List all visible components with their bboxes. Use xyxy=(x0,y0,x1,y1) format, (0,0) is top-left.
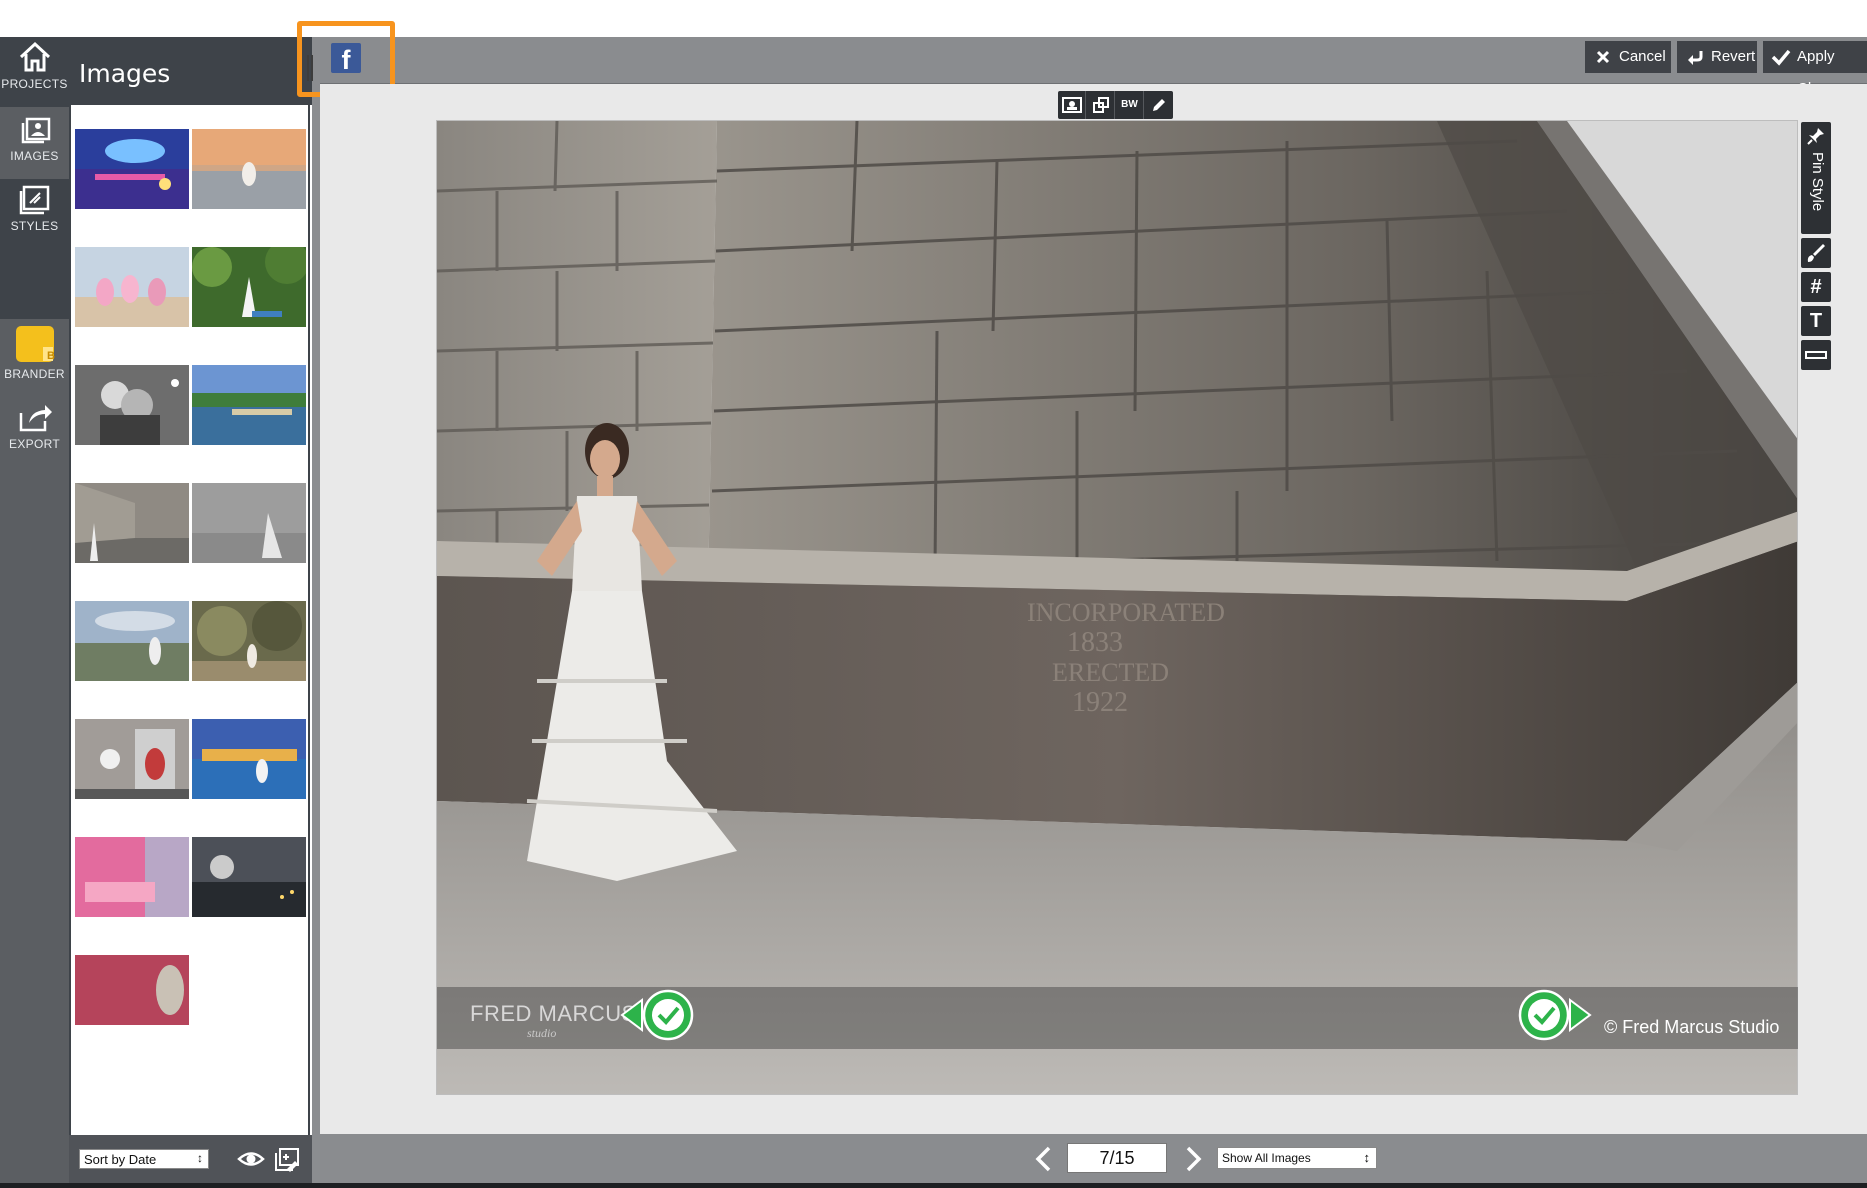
checkmark-icon xyxy=(1771,49,1791,66)
rail-item-projects[interactable]: PROJECTS xyxy=(0,41,69,103)
close-icon xyxy=(1596,50,1610,64)
fit-view-button[interactable] xyxy=(1058,91,1086,119)
hash-label: # xyxy=(1810,276,1822,298)
thumbnail-15[interactable] xyxy=(75,955,189,1025)
pin-icon xyxy=(1807,128,1824,145)
home-icon xyxy=(19,41,50,72)
compare-icon xyxy=(1092,97,1109,113)
stone-text-line-2: 1833 xyxy=(1067,627,1123,658)
images-panel-header: Images xyxy=(69,37,312,105)
text-tool-button[interactable]: T xyxy=(1801,306,1831,336)
panel-splitter[interactable] xyxy=(312,37,320,1183)
brush-tool-button[interactable] xyxy=(1801,238,1831,268)
thumbnail-7[interactable] xyxy=(75,483,189,563)
sort-select-label: Sort by Date xyxy=(84,1152,157,1167)
watermark-left-text: FRED MARCUS xyxy=(470,1001,637,1026)
rail-item-export[interactable]: EXPORT xyxy=(0,401,69,463)
bar-icon xyxy=(1805,351,1827,359)
brander-icon: B xyxy=(15,326,55,362)
thumbnail-12[interactable] xyxy=(192,719,306,799)
panel-title: Images xyxy=(79,59,171,88)
rail-label-projects: PROJECTS xyxy=(1,77,68,91)
rail-item-images[interactable]: IMAGES xyxy=(0,107,69,179)
rail-item-styles[interactable]: STYLES xyxy=(0,183,69,245)
watermark-left-subtext: studio xyxy=(527,1026,557,1040)
styles-icon xyxy=(19,185,49,215)
rail-label-brander: BRANDER xyxy=(4,367,65,381)
images-panel-footer: Sort by Date ↕ xyxy=(69,1135,312,1183)
images-icon xyxy=(21,117,50,144)
thumbnail-9[interactable] xyxy=(75,601,189,681)
stone-text-line-3: ERECTED xyxy=(1052,658,1169,687)
app-window: PROJECTS IMAGES STYLES B BRANDER EXPORT … xyxy=(0,0,1867,1188)
view-tools-group: BW xyxy=(1058,91,1173,119)
page-indicator[interactable]: 7/15 xyxy=(1067,1143,1167,1173)
add-image-icon[interactable] xyxy=(273,1145,301,1173)
side-tools: Pin Style # T xyxy=(1801,122,1833,376)
thumbnail-8[interactable] xyxy=(192,483,306,563)
main-photo: INCORPORATED 1833 ERECTED 1922 xyxy=(436,120,1798,1095)
thumbnail-10[interactable] xyxy=(192,601,306,681)
thumbnail-4[interactable] xyxy=(192,247,306,327)
filter-arrows-icon: ↕ xyxy=(1363,1150,1371,1165)
rail-label-images: IMAGES xyxy=(10,149,59,163)
revert-label: Revert xyxy=(1711,48,1756,65)
pin-style-button[interactable]: Pin Style xyxy=(1801,122,1831,234)
cancel-label: Cancel xyxy=(1619,48,1666,65)
brush-icon xyxy=(1807,244,1825,262)
apply-changes-button[interactable]: Apply Chan xyxy=(1763,41,1867,97)
edit-pencil-button[interactable] xyxy=(1145,91,1173,119)
svg-text:B: B xyxy=(47,350,55,362)
bar-tool-button[interactable] xyxy=(1801,340,1831,370)
thumbnail-14[interactable] xyxy=(192,837,306,917)
thumbnail-2[interactable] xyxy=(192,129,306,209)
watermark-pin-right-icon[interactable] xyxy=(1512,988,1592,1042)
export-icon xyxy=(19,405,52,432)
revert-icon xyxy=(1688,51,1703,65)
fit-view-icon xyxy=(1061,97,1082,113)
stone-text-line-1: INCORPORATED xyxy=(1027,598,1225,627)
thumbnail-6[interactable] xyxy=(192,365,306,445)
watermark-right-text: © Fred Marcus Studio xyxy=(1604,1017,1780,1037)
compare-button[interactable] xyxy=(1087,91,1115,119)
cancel-button[interactable]: Cancel xyxy=(1585,41,1671,73)
next-image-icon[interactable] xyxy=(1182,1146,1204,1172)
sort-select[interactable]: Sort by Date ↕ xyxy=(79,1149,209,1169)
revert-button[interactable]: Revert xyxy=(1677,41,1757,73)
thumbnail-5[interactable] xyxy=(75,365,189,445)
filter-select-label: Show All Images xyxy=(1222,1151,1311,1165)
thumbnail-11[interactable] xyxy=(75,719,189,799)
thumbnail-13[interactable] xyxy=(75,837,189,917)
prev-image-icon[interactable] xyxy=(1033,1146,1055,1172)
rail-item-brander[interactable]: B BRANDER xyxy=(0,325,69,389)
top-strip xyxy=(0,0,1867,37)
left-rail: PROJECTS IMAGES STYLES B BRANDER EXPORT xyxy=(0,37,69,1183)
stone-text-line-4: 1922 xyxy=(1072,687,1128,718)
thumbnail-3[interactable] xyxy=(75,247,189,327)
thumbnail-grid xyxy=(69,105,310,1135)
window-bottom-border xyxy=(0,1183,1867,1188)
photo-image: INCORPORATED 1833 ERECTED 1922 xyxy=(437,121,1797,1094)
bw-toggle-button[interactable]: BW xyxy=(1116,91,1144,119)
select-arrows-icon: ↕ xyxy=(197,1151,203,1165)
text-tool-label: T xyxy=(1809,310,1823,332)
hash-tool-button[interactable]: # xyxy=(1801,272,1831,302)
bw-label: BW xyxy=(1121,99,1138,110)
pencil-icon xyxy=(1153,99,1165,111)
thumbnail-1[interactable] xyxy=(75,129,189,209)
image-filter-select[interactable]: Show All Images ↕ xyxy=(1217,1147,1377,1169)
watermark-pin-left-icon[interactable] xyxy=(620,988,700,1042)
rail-label-styles: STYLES xyxy=(10,219,59,233)
rail-label-export: EXPORT xyxy=(9,437,60,451)
eye-icon[interactable] xyxy=(237,1145,265,1173)
